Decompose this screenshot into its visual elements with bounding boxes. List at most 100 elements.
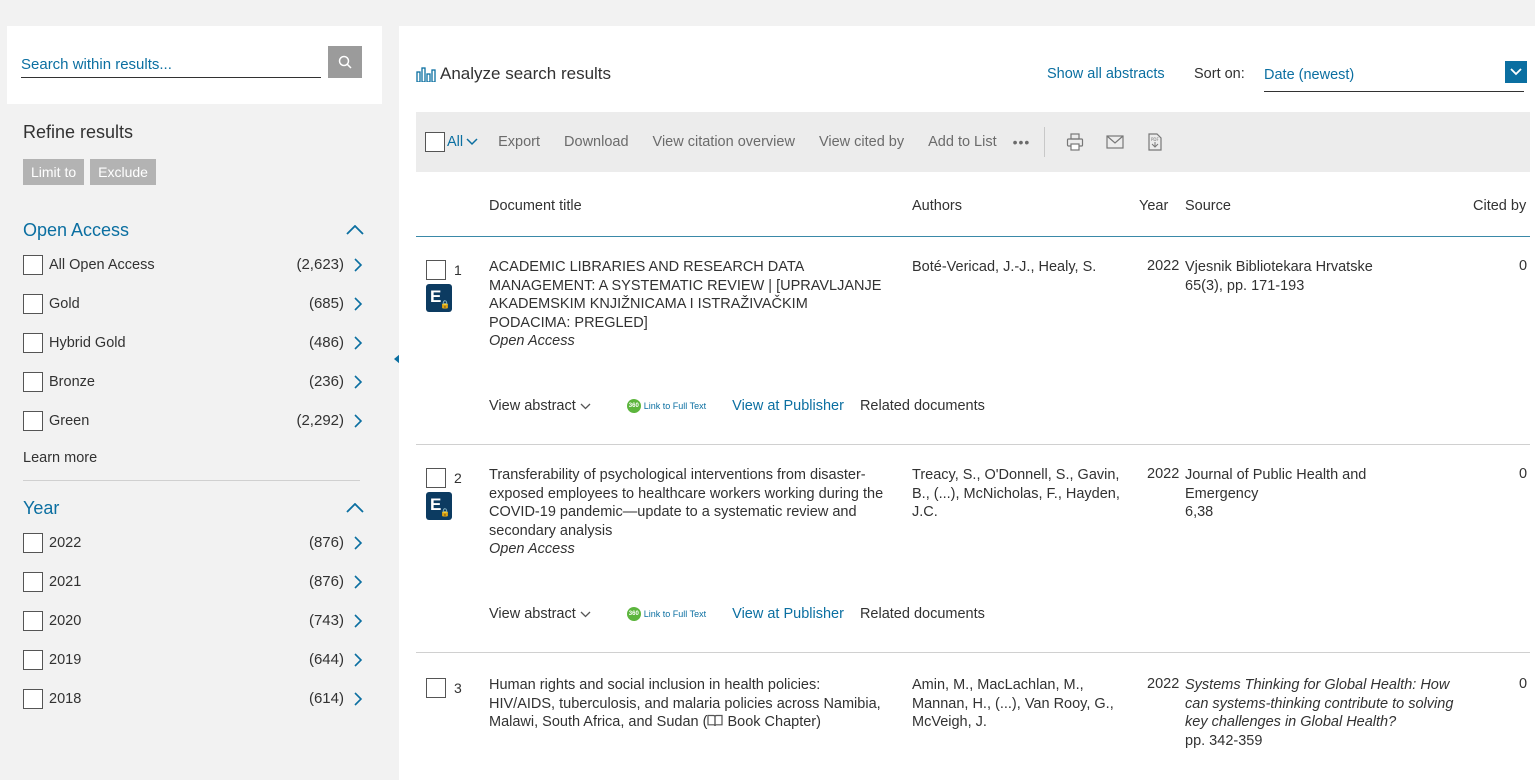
export-button[interactable]: Export (498, 134, 540, 150)
checkbox[interactable] (23, 293, 43, 314)
result-actions: View abstract 360 Link to Full Text View … (489, 606, 985, 622)
checkbox[interactable] (23, 610, 43, 631)
chevron-right-icon[interactable] (354, 613, 366, 628)
select-all-label[interactable]: All (447, 134, 463, 150)
elsevier-access-icon: E 🔒 (426, 284, 452, 312)
results-panel: Analyze search results Show all abstract… (399, 26, 1535, 780)
link-full-text-icon: 360 (626, 399, 641, 413)
checkbox[interactable] (23, 332, 43, 353)
related-documents-link[interactable]: Related documents (860, 398, 985, 414)
chevron-up-icon[interactable] (344, 219, 366, 241)
result-title[interactable]: Transferability of psychological interve… (489, 466, 884, 559)
chevron-right-icon[interactable] (354, 652, 366, 667)
result-title[interactable]: ACADEMIC LIBRARIES AND RESEARCH DATA MAN… (489, 258, 884, 351)
sort-value: Date (newest) (1264, 67, 1355, 83)
sort-select[interactable]: Date (newest) (1264, 64, 1524, 92)
add-to-list-button[interactable]: Add to List (928, 134, 997, 150)
result-source[interactable]: Vjesnik Bibliotekara Hrvatske 65(3), pp.… (1185, 258, 1475, 295)
facet-item[interactable]: Bronze (236) (23, 362, 366, 401)
elsevier-access-icon: E 🔒 (426, 492, 452, 520)
view-at-publisher-link[interactable]: View at Publisher (732, 398, 844, 414)
facet-item[interactable]: Gold (685) (23, 284, 366, 323)
facet-item[interactable]: 2020 (743) (23, 601, 366, 640)
facet-item[interactable]: All Open Access (2,623) (23, 245, 366, 284)
link-to-full-text-button[interactable]: 360 Link to Full Text (626, 399, 706, 413)
print-icon[interactable] (1065, 132, 1085, 152)
analyze-search-results-link[interactable]: Analyze search results (416, 64, 611, 84)
link-to-full-text-button[interactable]: 360 Link to Full Text (626, 607, 706, 621)
related-documents-link[interactable]: Related documents (860, 606, 985, 622)
search-icon (338, 55, 352, 69)
view-citation-overview-button[interactable]: View citation overview (653, 134, 795, 150)
checkbox[interactable] (23, 532, 43, 553)
learn-more-link[interactable]: Learn more (23, 440, 360, 481)
col-document-title[interactable]: Document title (489, 198, 582, 214)
result-checkbox[interactable] (426, 260, 446, 280)
facet-item[interactable]: 2021 (876) (23, 562, 366, 601)
chevron-down-icon (580, 403, 591, 409)
chevron-right-icon[interactable] (354, 691, 366, 706)
row-divider (416, 652, 1530, 653)
result-source[interactable]: Journal of Public Health and Emergency 6… (1185, 466, 1475, 522)
link-full-text-icon: 360 (626, 607, 641, 621)
result-source[interactable]: Systems Thinking for Global Health: How … (1185, 676, 1475, 750)
result-title[interactable]: Human rights and social inclusion in hea… (489, 676, 884, 732)
facet-title-year: Year (23, 497, 60, 518)
result-authors[interactable]: Amin, M., MacLachlan, M., Mannan, H., (.… (912, 676, 1137, 732)
facet-item[interactable]: 2019 (644) (23, 640, 366, 679)
refine-panel: Refine results Limit to Exclude Open Acc… (7, 104, 382, 718)
col-source[interactable]: Source (1185, 198, 1231, 214)
chevron-right-icon[interactable] (354, 535, 366, 550)
exclude-button[interactable]: Exclude (90, 159, 156, 185)
checkbox[interactable] (23, 371, 43, 392)
chevron-right-icon[interactable] (354, 574, 366, 589)
limit-to-button[interactable]: Limit to (23, 159, 85, 185)
pdf-icon[interactable]: PDF (1145, 132, 1165, 152)
col-year[interactable]: Year (1139, 198, 1168, 214)
refine-sidebar: Refine results Limit to Exclude Open Acc… (7, 26, 382, 780)
result-authors[interactable]: Treacy, S., O'Donnell, S., Gavin, B., (.… (912, 466, 1137, 522)
chevron-down-icon[interactable] (1505, 61, 1527, 83)
facet-item[interactable]: 2018 (614) (23, 679, 366, 718)
analyze-label: Analyze search results (440, 64, 612, 83)
facet-item[interactable]: 2022 (876) (23, 523, 366, 562)
row-divider (416, 444, 1530, 445)
chevron-right-icon[interactable] (354, 296, 366, 311)
checkbox[interactable] (23, 649, 43, 670)
show-all-abstracts-link[interactable]: Show all abstracts (1047, 66, 1165, 82)
view-cited-by-button[interactable]: View cited by (819, 134, 904, 150)
checkbox[interactable] (23, 571, 43, 592)
email-icon[interactable] (1105, 132, 1125, 152)
chevron-right-icon[interactable] (354, 374, 366, 389)
checkbox[interactable] (23, 410, 43, 431)
facet-item[interactable]: Green (2,292) (23, 401, 366, 440)
open-access-label: Open Access (489, 333, 575, 349)
chevron-right-icon[interactable] (354, 413, 366, 428)
result-cited-by: 0 (1519, 466, 1528, 482)
search-within-input[interactable] (21, 46, 321, 78)
chevron-right-icon[interactable] (354, 257, 366, 272)
more-options-icon[interactable]: ••• (1013, 134, 1031, 150)
facet-title-open-access: Open Access (23, 219, 130, 240)
facet-item[interactable]: Hybrid Gold (486) (23, 323, 366, 362)
result-cited-by: 0 (1519, 258, 1528, 274)
view-abstract-button[interactable]: View abstract (489, 606, 591, 622)
result-checkbox[interactable] (426, 678, 446, 698)
col-cited-by[interactable]: Cited by (1473, 198, 1526, 214)
search-button[interactable] (328, 46, 362, 78)
result-year: 2022 (1147, 258, 1180, 274)
view-at-publisher-link[interactable]: View at Publisher (732, 606, 844, 622)
result-authors[interactable]: Boté-Vericad, J.-J., Healy, S. (912, 258, 1137, 277)
checkbox[interactable] (23, 688, 43, 709)
result-actions: View abstract 360 Link to Full Text View … (489, 398, 985, 414)
chevron-up-icon[interactable] (344, 497, 366, 519)
download-button[interactable]: Download (564, 134, 629, 150)
select-all-checkbox[interactable] (425, 132, 445, 152)
chevron-down-icon[interactable] (466, 138, 478, 146)
result-checkbox[interactable] (426, 468, 446, 488)
select-all[interactable]: All (425, 132, 478, 152)
checkbox[interactable] (23, 254, 43, 275)
col-authors[interactable]: Authors (912, 198, 962, 214)
view-abstract-button[interactable]: View abstract (489, 398, 591, 414)
chevron-right-icon[interactable] (354, 335, 366, 350)
